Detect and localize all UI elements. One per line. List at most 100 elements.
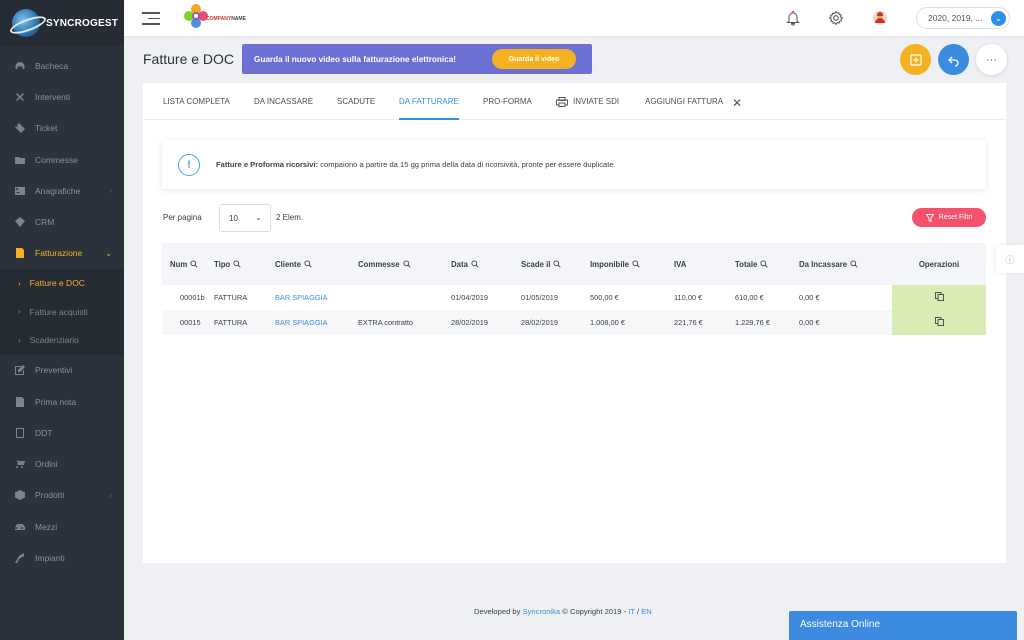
sidebar-item-label: Ticket <box>35 123 58 134</box>
company-logo[interactable]: COMPANYNAME <box>184 4 256 32</box>
online-assistance-button[interactable]: Assistenza Online <box>789 611 1017 640</box>
sidebar-item-label: DDT <box>35 427 53 438</box>
cell-scade-il: 01/05/2019 <box>521 293 558 302</box>
box-icon <box>14 489 26 501</box>
invoice-table: Num Tipo Cliente Commesse Data Scade il … <box>162 243 986 335</box>
search-icon[interactable] <box>760 259 769 268</box>
per-page-value: 10 <box>229 213 238 223</box>
cell-operazioni <box>892 285 986 310</box>
sidebar-item-interventi[interactable]: Interventi <box>0 81 124 112</box>
main-card: LISTA COMPLETA DA INCASSARE SCADUTE DA F… <box>143 83 1006 563</box>
brand[interactable]: SYNCROGEST <box>0 0 124 46</box>
column-header-imponibile[interactable]: Imponibile <box>590 243 674 285</box>
search-icon[interactable] <box>403 259 411 268</box>
page-title: Fatture e DOC <box>143 51 235 67</box>
column-header-data[interactable]: Data <box>451 243 521 285</box>
column-header-num[interactable]: Num <box>162 243 214 285</box>
tab-da-fatturare[interactable]: DA FATTURARE <box>399 97 459 120</box>
lang-en-link[interactable]: EN <box>641 607 652 616</box>
arrow-right-icon: › <box>18 278 21 288</box>
sidebar-item-ordini[interactable]: Ordini <box>0 448 124 479</box>
duplicate-icon[interactable] <box>934 317 944 326</box>
tab-inviate-sdi[interactable]: INVIATE SDI <box>556 97 619 107</box>
watch-video-button[interactable]: Guarda il video <box>492 49 576 69</box>
sidebar-item-commesse[interactable]: Commesse <box>0 144 124 175</box>
sidebar-item-label: Preventivi <box>35 365 73 376</box>
tab-label: INVIATE SDI <box>573 97 620 107</box>
sidebar-item-mezzi[interactable]: Mezzi <box>0 511 124 542</box>
chevron-down-icon: ⌄ <box>991 11 1006 26</box>
crm-icon <box>14 216 26 228</box>
company-flower-icon <box>184 4 208 28</box>
search-icon[interactable] <box>850 259 858 268</box>
sidebar-item-crm[interactable]: CRM <box>0 206 124 237</box>
column-header-totale[interactable]: Totale <box>735 243 799 285</box>
cell-operazioni <box>892 310 986 335</box>
column-header-tipo[interactable]: Tipo <box>214 243 275 285</box>
reset-filters-button[interactable]: Reset Filtri <box>912 208 986 227</box>
cell-cliente-link[interactable]: BAR SPIAGGIA <box>275 310 358 335</box>
column-header-iva[interactable]: IVA <box>674 243 735 285</box>
info-circle-icon: ⓘ <box>1005 254 1015 265</box>
search-icon[interactable] <box>553 259 562 268</box>
tab-pro-forma[interactable]: PRO-FORMA <box>483 97 532 106</box>
sidebar-subitem-fatture-acquisti[interactable]: › Fatture acquisti <box>0 298 124 327</box>
sidebar-subitem-scadenziario[interactable]: › Scadenziario <box>0 326 124 355</box>
contacts-icon <box>14 185 26 197</box>
more-options-button[interactable]: ··· <box>976 44 1007 75</box>
avatar[interactable] <box>872 10 888 26</box>
column-header-scade-il[interactable]: Scade il <box>521 243 590 285</box>
sidebar-item-label: Ordini <box>35 459 58 470</box>
lang-it-link[interactable]: IT <box>628 607 635 616</box>
sidebar-item-label: CRM <box>35 217 55 228</box>
per-page-label: Per pagina <box>163 213 202 222</box>
column-header-da-incassare[interactable]: Da Incassare <box>799 243 892 285</box>
side-info-tab[interactable]: ⓘ <box>996 245 1024 273</box>
add-document-button[interactable] <box>900 44 931 75</box>
search-icon[interactable] <box>632 259 640 268</box>
hamburger-menu-icon[interactable] <box>142 12 160 25</box>
sidebar-item-ddt[interactable]: DDT <box>0 417 124 448</box>
cell-num: 00015 <box>180 318 201 327</box>
sidebar-subitem-fatture-e-doc[interactable]: › Fatture e DOC <box>0 269 124 298</box>
sidebar-item-bacheca[interactable]: Bacheca <box>0 50 124 81</box>
info-icon: ! <box>178 153 200 176</box>
search-icon[interactable] <box>471 259 479 268</box>
table-row[interactable]: 00001b FATTURA BAR SPIAGGIA 01/04/2019 0… <box>162 285 986 310</box>
sidebar-item-ticket[interactable]: Ticket <box>0 113 124 144</box>
sidebar-subitem-label: Scadenziario <box>29 335 79 346</box>
tab-lista-completa[interactable]: LISTA COMPLETA <box>163 97 230 106</box>
search-icon[interactable] <box>190 259 198 268</box>
column-header-cliente[interactable]: Cliente <box>275 243 358 285</box>
tab-aggiungi-fattura[interactable]: AGGIUNGI FATTURA <box>645 97 723 106</box>
sidebar-item-fatturazione[interactable]: Fatturazione ⌄ <box>0 238 124 269</box>
sidebar-item-anagrafiche[interactable]: Anagrafiche › <box>0 175 124 206</box>
cell-commesse <box>358 285 451 310</box>
sidebar-item-prodotti[interactable]: Prodotti › <box>0 480 124 511</box>
syncronika-link[interactable]: Syncronika <box>523 607 561 616</box>
per-page-select[interactable]: 10 ⌄ <box>219 204 271 232</box>
sidebar-item-preventivi[interactable]: Preventivi <box>0 355 124 386</box>
year-select[interactable]: 2020, 2019, ... ⌄ <box>916 7 1010 29</box>
column-header-commesse[interactable]: Commesse <box>358 243 451 285</box>
close-icon[interactable]: ✕ <box>732 96 742 110</box>
table-row[interactable]: 00015 FATTURA BAR SPIAGGIA EXTRA contrat… <box>162 310 986 335</box>
search-icon[interactable] <box>233 259 241 268</box>
video-banner: Guarda il nuovo video sulla fatturazione… <box>242 44 592 74</box>
search-icon[interactable] <box>304 259 312 268</box>
tab-scadute[interactable]: SCADUTE <box>337 97 375 106</box>
gear-icon[interactable] <box>828 10 844 26</box>
back-button[interactable] <box>938 44 969 75</box>
ticket-icon <box>14 122 26 134</box>
sidebar-item-prima-nota[interactable]: Prima nota <box>0 386 124 417</box>
sidebar-submenu-fatturazione: › Fatture e DOC › Fatture acquisti › Sca… <box>0 269 124 355</box>
sidebar-item-impianti[interactable]: Impianti <box>0 542 124 573</box>
bell-icon[interactable] <box>785 10 801 26</box>
tab-da-incassare[interactable]: DA INCASSARE <box>254 97 313 106</box>
arrow-right-icon: › <box>18 335 21 345</box>
cell-cliente-link[interactable]: BAR SPIAGGIA <box>275 285 358 310</box>
more-dots-icon: ··· <box>986 53 997 66</box>
cart-icon <box>14 458 26 470</box>
duplicate-icon[interactable] <box>934 292 944 301</box>
plant-icon <box>14 552 26 564</box>
